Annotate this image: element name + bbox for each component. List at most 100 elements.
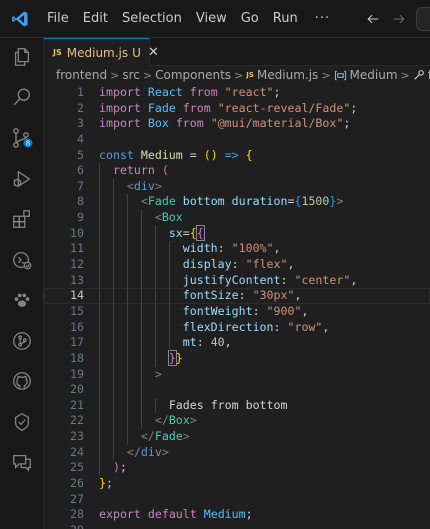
code-line[interactable]: 28 export default Medium; [44, 507, 430, 523]
code-text: mt: 40, [99, 335, 232, 351]
line-number: 19 [70, 366, 84, 381]
breadcrumb-symbol[interactable]: Medium [350, 68, 398, 82]
run-debug-icon[interactable] [8, 165, 36, 193]
line-number: 18 [70, 350, 84, 365]
code-token: () [203, 147, 218, 162]
menu-edit[interactable]: Edit [76, 0, 115, 38]
code-line[interactable]: 16 flexDirection: "row", [44, 320, 430, 336]
code-line[interactable]: 13 justifyContent: "center", [44, 273, 430, 289]
menu-run[interactable]: Run [266, 0, 305, 38]
code-editor[interactable]: 1 import React from "react"; 2 import Fade … [44, 84, 430, 529]
menu-view[interactable]: View [189, 0, 234, 38]
code-line[interactable]: 15 fontWeight: "900", [44, 304, 430, 320]
chat-icon[interactable] [8, 448, 36, 476]
code-token: } [99, 476, 106, 490]
source-control-icon[interactable]: 8 [8, 124, 36, 152]
code-token: : [280, 272, 295, 287]
line-number: 22 [70, 413, 84, 428]
back-arrow-icon[interactable] [360, 0, 386, 38]
line-number: 28 [70, 507, 84, 522]
breadcrumb-separator: > [142, 68, 153, 82]
code-token: < [126, 178, 134, 193]
code-line[interactable]: 8 <Fade bottom duration={1500}> [44, 194, 430, 210]
code-token: > [154, 366, 162, 381]
code-line[interactable]: 4 [44, 132, 430, 148]
code-line[interactable]: 22 </Box> [44, 413, 430, 429]
git-graph-icon[interactable] [8, 327, 36, 355]
menu-selection[interactable]: Selection [115, 0, 189, 38]
breadcrumb-frontend[interactable]: frontend [56, 68, 107, 82]
code-token: ; [273, 85, 281, 99]
code-token: </ [140, 429, 155, 444]
code-line[interactable]: 7 <div> [44, 179, 430, 195]
paw-extension-icon[interactable] [8, 286, 36, 314]
code-line[interactable]: 24 </div> [44, 445, 430, 461]
explorer-files-icon[interactable] [8, 43, 36, 71]
breadcrumb-src[interactable]: src [122, 68, 140, 82]
menu-file[interactable]: File [40, 0, 76, 38]
line-number: 10 [70, 225, 84, 240]
extensions-icon[interactable] [8, 205, 36, 233]
code-line[interactable]: 10 sx={{ [44, 224, 430, 242]
search-icon[interactable] [8, 83, 36, 111]
code-token: > [182, 429, 190, 444]
property-wrench-icon [413, 69, 425, 81]
line-number: 7 [77, 178, 84, 193]
code-line[interactable]: 18 }} [44, 349, 430, 367]
remote-explorer-icon[interactable] [8, 246, 36, 274]
code-line[interactable]: 25 ); [44, 460, 430, 476]
code-token: flexDirection [182, 319, 274, 334]
code-line[interactable]: 9 <Box [44, 210, 430, 226]
tab-medium-js[interactable]: JS Medium.js U ✕ [44, 38, 159, 66]
code-token: export [99, 507, 141, 522]
code-token: } [167, 349, 177, 366]
code-token: </ [126, 444, 141, 459]
code-text: import Fade from "react-reveal/Fade"; [99, 101, 357, 117]
forward-arrow-icon[interactable] [386, 0, 412, 38]
code-token: ( [161, 163, 169, 178]
code-line[interactable]: 5 const Medium = () => { [44, 148, 430, 164]
editor-tabs: JS Medium.js U ✕ [44, 38, 430, 66]
code-line[interactable]: 27 [44, 492, 430, 508]
menu-go[interactable]: Go [234, 0, 266, 38]
github-icon[interactable] [8, 367, 36, 395]
code-line[interactable]: 29 [44, 523, 430, 529]
breadcrumb-components[interactable]: Components [155, 68, 231, 82]
code-line[interactable]: 3 import Box from "@mui/material/Box"; [44, 116, 430, 132]
code-line[interactable]: 20 [44, 382, 430, 398]
code-line[interactable]: 1 import React from "react"; [44, 85, 430, 101]
breadcrumb-file[interactable]: Medium.js [257, 68, 318, 82]
code-token: Box [168, 413, 190, 428]
close-tab-icon[interactable]: ✕ [148, 45, 159, 60]
command-center-search[interactable] [416, 7, 430, 31]
code-line[interactable]: 17 mt: 40, [44, 335, 430, 351]
code-line[interactable]: 26}; [44, 476, 430, 492]
code-line[interactable]: 19 > [44, 367, 430, 383]
testing-icon[interactable] [8, 408, 36, 436]
code-token: } [175, 350, 183, 365]
code-line[interactable]: 12 display: "flex", [44, 257, 430, 273]
code-token: 1500 [301, 194, 330, 209]
code-token: "center" [294, 272, 351, 287]
code-text: fontSize: "30px", [99, 288, 302, 304]
breadcrumb: frontend > src > Components > JS Medium.… [44, 66, 430, 84]
code-line[interactable]: 14 fontSize: "30px", [44, 288, 430, 304]
code-token: width [182, 241, 218, 256]
code-token: ) [112, 460, 120, 475]
menu-more[interactable]: ··· [305, 0, 340, 38]
code-line[interactable]: 23 </Fade> [44, 429, 430, 445]
code-line[interactable]: 2 import Fade from "react-reveal/Fade"; [44, 101, 430, 117]
code-token: return [112, 163, 155, 178]
code-line[interactable]: 11 width: "100%", [44, 241, 430, 257]
code-text: }; [99, 476, 113, 492]
code-line[interactable]: 21 Fades from bottom [44, 398, 430, 414]
code-token: display [182, 257, 232, 272]
code-token: ; [350, 100, 358, 115]
code-line[interactable]: 6 return ( [44, 163, 430, 179]
code-token: { [245, 147, 253, 162]
